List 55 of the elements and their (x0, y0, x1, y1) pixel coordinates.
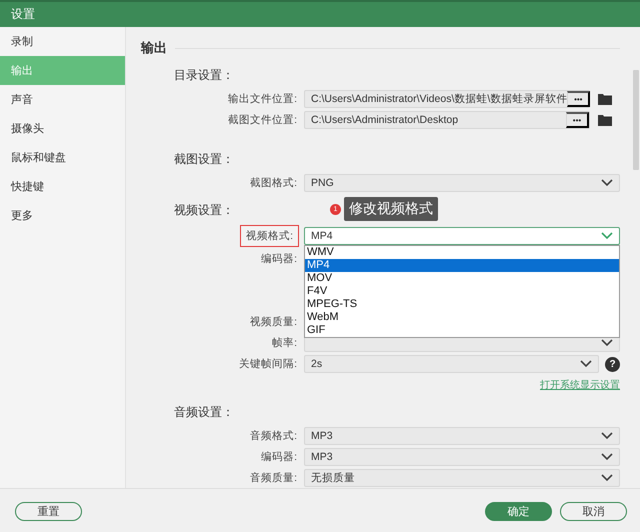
field-label: 编码器: (260, 450, 298, 464)
chevron-down-icon (601, 453, 613, 461)
chevron-down-icon (580, 360, 592, 368)
field-label: 视频质量: (249, 315, 298, 329)
select-field[interactable]: MP4 (304, 227, 620, 245)
field-label: 帧率: (271, 336, 298, 350)
sidebar-item[interactable]: 声音 (0, 85, 125, 114)
reset-button[interactable]: 重置 (15, 502, 82, 520)
dropdown-option[interactable]: WMV (305, 246, 619, 259)
select-field[interactable]: MP3 (304, 448, 620, 466)
sidebar-item[interactable]: 鼠标和键盘 (0, 143, 125, 172)
field-label: 音频格式: (249, 429, 298, 443)
section-title: 输出 (141, 39, 167, 57)
dropdown-option[interactable]: GIF (305, 324, 619, 337)
help-icon[interactable]: ? (605, 356, 620, 372)
cancel-button[interactable]: 取消 (560, 502, 627, 520)
field-label: 截图文件位置: (227, 113, 298, 127)
scrollbar-thumb[interactable] (633, 70, 639, 170)
chevron-down-icon (601, 232, 613, 240)
ok-button[interactable]: 确定 (485, 502, 552, 520)
chevron-down-icon (601, 432, 613, 440)
group-title: 截图设置： (174, 151, 234, 168)
field-label: 编码器: (260, 252, 298, 266)
select-field[interactable]: 无损质量 (304, 469, 620, 487)
select-field[interactable]: PNG (304, 174, 620, 192)
dropdown-option[interactable]: MP4 (305, 259, 619, 272)
sidebar-item[interactable]: 更多 (0, 201, 125, 230)
group-title: 音频设置： (174, 404, 234, 421)
dropdown-option[interactable]: MPEG-TS (305, 298, 619, 311)
sidebar-item[interactable]: 录制 (0, 27, 125, 56)
path-field[interactable]: C:\Users\Administrator\Desktop ••• (304, 111, 590, 129)
field-label: 视频格式: (240, 225, 299, 247)
folder-icon[interactable] (598, 93, 612, 105)
field-label: 音频质量: (249, 471, 298, 485)
group-title: 视频设置： (174, 202, 234, 219)
group-title: 目录设置： (174, 67, 234, 84)
chevron-down-icon (601, 179, 613, 187)
sidebar-item[interactable]: 摄像头 (0, 114, 125, 143)
dropdown-option[interactable]: MOV (305, 272, 619, 285)
select-field[interactable]: 2s (304, 355, 599, 373)
annotation-tooltip: 修改视频格式 (344, 197, 438, 221)
chevron-down-icon (601, 339, 613, 347)
chevron-down-icon (601, 474, 613, 482)
browse-button[interactable]: ••• (566, 112, 589, 128)
select-field[interactable]: MP3 (304, 427, 620, 445)
dropdown-option[interactable]: WebM (305, 311, 619, 324)
folder-icon[interactable] (598, 114, 612, 126)
sidebar-item[interactable]: 快捷键 (0, 172, 125, 201)
path-field[interactable]: C:\Users\Administrator\Videos\数据蛙\数据蛙录屏软件 ••• (304, 90, 590, 108)
dropdown-option[interactable]: F4V (305, 285, 619, 298)
field-label: 关键帧间隔: (238, 357, 298, 371)
field-label: 输出文件位置: (227, 92, 298, 106)
browse-button[interactable]: ••• (567, 91, 590, 107)
field-label: 截图格式: (249, 176, 298, 190)
window-title: 设置 (0, 0, 640, 27)
